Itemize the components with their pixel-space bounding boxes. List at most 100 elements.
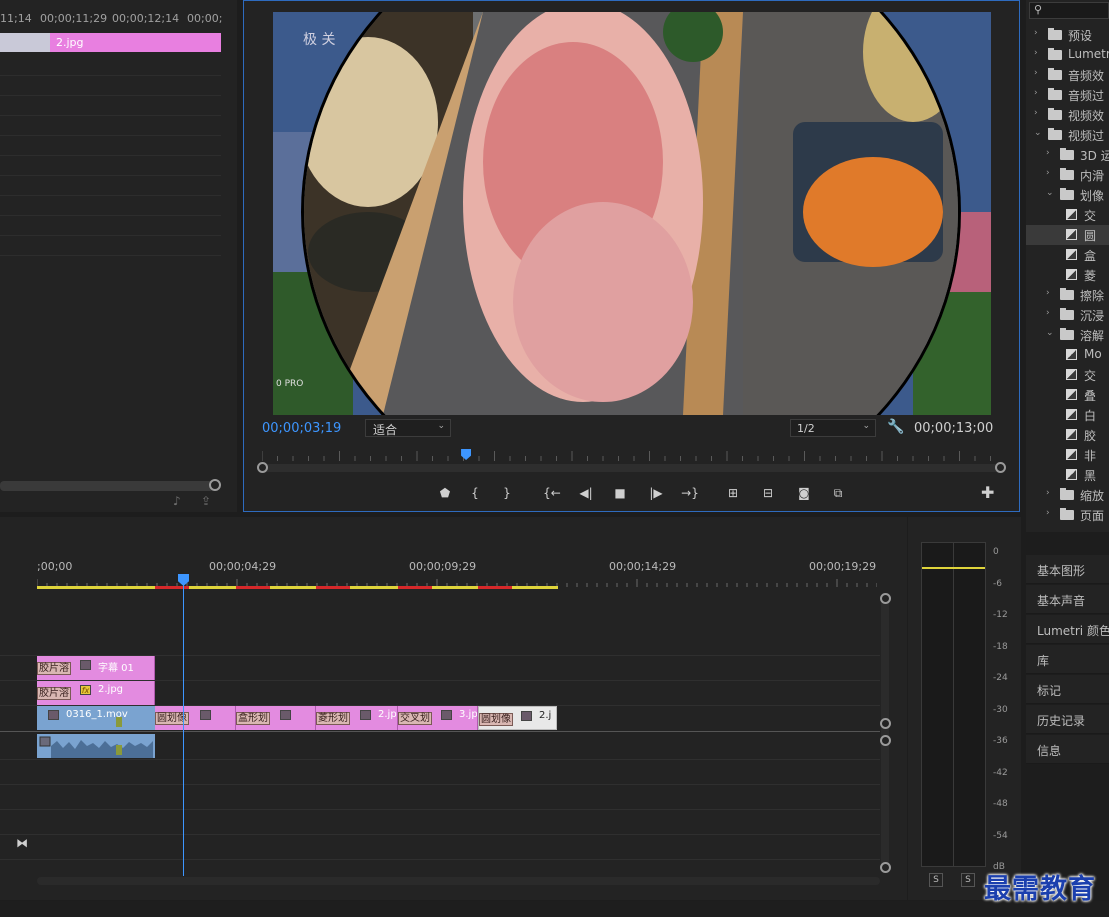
timeline-vertical-scrollbar[interactable] bbox=[881, 601, 889, 867]
tab-info[interactable]: 信息 bbox=[1026, 735, 1109, 764]
wrench-icon[interactable]: 🔧 bbox=[887, 419, 904, 435]
go-to-in-icon[interactable]: {← bbox=[541, 483, 563, 503]
transition-tag[interactable]: 圆划像 bbox=[479, 713, 513, 726]
playback-resolution-select[interactable]: 1/2 ⌄ bbox=[790, 419, 876, 437]
chevron-down-icon[interactable]: ⌄ bbox=[1034, 128, 1042, 138]
effects-item-transition[interactable]: 圆 bbox=[1026, 225, 1109, 245]
clip-image[interactable]: 胶片溶 fx 2.jpg bbox=[37, 681, 155, 705]
clip-audio[interactable] bbox=[37, 734, 155, 758]
scrub-end-handle[interactable] bbox=[995, 462, 1006, 473]
effects-item-folder[interactable]: ⌄ 划像 bbox=[1026, 185, 1109, 205]
mark-in-icon[interactable]: { bbox=[464, 483, 486, 503]
effects-item-folder[interactable]: › Lumetri bbox=[1026, 45, 1109, 65]
go-to-out-icon[interactable]: →} bbox=[679, 483, 701, 503]
transition-tag[interactable]: 胶片溶 bbox=[37, 662, 71, 675]
effects-item-folder[interactable]: › 缩放 bbox=[1026, 485, 1109, 505]
transition-tag[interactable]: 菱形划 bbox=[316, 712, 350, 725]
effects-item-folder[interactable]: › 沉浸 bbox=[1026, 305, 1109, 325]
chevron-right-icon[interactable]: › bbox=[1034, 68, 1038, 78]
mark-out-icon[interactable]: } bbox=[496, 483, 518, 503]
effects-item-transition[interactable]: 胶 bbox=[1026, 425, 1109, 445]
effects-item-folder[interactable]: › 音频效 bbox=[1026, 65, 1109, 85]
stop-icon[interactable]: ■ bbox=[609, 483, 631, 503]
tab-libraries[interactable]: 库 bbox=[1026, 645, 1109, 674]
source-scrollbar[interactable] bbox=[0, 481, 214, 491]
chevron-right-icon[interactable]: › bbox=[1046, 488, 1050, 498]
scrub-start-handle[interactable] bbox=[257, 462, 268, 473]
effects-item-folder[interactable]: › 页面 bbox=[1026, 505, 1109, 525]
effects-item-folder[interactable]: › 预设 bbox=[1026, 25, 1109, 45]
tab-lumetri-color[interactable]: Lumetri 颜色 bbox=[1026, 615, 1109, 644]
export-audio-icon[interactable]: ♪ bbox=[173, 494, 189, 508]
scroll-handle[interactable] bbox=[880, 593, 891, 604]
scroll-handle[interactable] bbox=[880, 718, 891, 729]
clip-title[interactable]: 胶片溶 字幕 01 bbox=[37, 656, 155, 680]
playhead-timecode[interactable]: 00;00;03;19 bbox=[262, 421, 341, 436]
scroll-handle[interactable] bbox=[880, 735, 891, 746]
lift-icon[interactable]: ⊞ bbox=[722, 483, 744, 503]
extract-icon[interactable]: ⊟ bbox=[757, 483, 779, 503]
chevron-right-icon[interactable]: › bbox=[1034, 108, 1038, 118]
source-clip[interactable]: 2.jpg bbox=[50, 33, 221, 52]
tab-markers[interactable]: 标记 bbox=[1026, 675, 1109, 704]
clip-video[interactable]: 0316_1.mov bbox=[37, 706, 155, 730]
add-button-icon[interactable]: ✚ bbox=[981, 483, 994, 502]
chevron-right-icon[interactable]: › bbox=[1034, 88, 1038, 98]
solo-button-left[interactable]: S bbox=[929, 873, 943, 887]
effects-item-transition[interactable]: 黑 bbox=[1026, 465, 1109, 485]
effects-item-folder[interactable]: › 内滑 bbox=[1026, 165, 1109, 185]
effects-item-transition[interactable]: 盒 bbox=[1026, 245, 1109, 265]
chevron-right-icon[interactable]: › bbox=[1046, 308, 1050, 318]
clip-image[interactable]: 圆划像 bbox=[155, 706, 236, 730]
tab-essential-graphics[interactable]: 基本图形 bbox=[1026, 555, 1109, 584]
clip-image[interactable]: 交叉划 3.jp bbox=[398, 706, 478, 730]
source-scroll-handle[interactable] bbox=[209, 479, 221, 491]
chevron-right-icon[interactable]: › bbox=[1046, 288, 1050, 298]
solo-button-right[interactable]: S bbox=[961, 873, 975, 887]
zoom-level-select[interactable]: 适合 ⌄ bbox=[365, 419, 451, 437]
step-forward-icon[interactable]: |▶ bbox=[645, 483, 667, 503]
program-video-frame[interactable]: 极 关 0 PRO bbox=[273, 12, 991, 415]
chevron-right-icon[interactable]: › bbox=[1046, 508, 1050, 518]
effects-item-folder[interactable]: › 擦除 bbox=[1026, 285, 1109, 305]
effects-item-folder[interactable]: › 音频过 bbox=[1026, 85, 1109, 105]
effects-item-transition[interactable]: 白 bbox=[1026, 405, 1109, 425]
divider bbox=[0, 115, 221, 116]
effects-item-folder[interactable]: ⌄ 溶解 bbox=[1026, 325, 1109, 345]
effects-item-transition[interactable]: 非 bbox=[1026, 445, 1109, 465]
effects-search-input[interactable]: ⚲ bbox=[1029, 2, 1109, 19]
chevron-right-icon[interactable]: › bbox=[1046, 168, 1050, 178]
tab-history[interactable]: 历史记录 bbox=[1026, 705, 1109, 734]
chevron-down-icon[interactable]: ⌄ bbox=[1046, 328, 1054, 338]
chevron-right-icon[interactable]: › bbox=[1034, 28, 1038, 38]
chevron-down-icon[interactable]: ⌄ bbox=[1046, 188, 1054, 198]
scroll-handle[interactable] bbox=[880, 862, 891, 873]
transition-tag[interactable]: 盒形划 bbox=[236, 712, 270, 725]
effects-item-transition[interactable]: 交 bbox=[1026, 365, 1109, 385]
clip-image-selected[interactable]: 圆划像 2.j bbox=[478, 706, 557, 730]
chevron-right-icon[interactable]: › bbox=[1046, 148, 1050, 158]
clip-image[interactable]: 盒形划 bbox=[236, 706, 316, 730]
effects-item-transition[interactable]: 叠 bbox=[1026, 385, 1109, 405]
zoom-to-sequence-icon[interactable]: ⧓ bbox=[16, 836, 28, 850]
effects-item-transition[interactable]: Mo bbox=[1026, 345, 1109, 365]
chevron-right-icon[interactable]: › bbox=[1034, 48, 1038, 58]
step-back-icon[interactable]: ◀| bbox=[575, 483, 597, 503]
effects-item-folder[interactable]: ⌄ 视频过 bbox=[1026, 125, 1109, 145]
program-scrub-bar[interactable] bbox=[262, 464, 1004, 472]
export-frame-icon[interactable]: ◙ bbox=[793, 483, 815, 503]
timeline-horizontal-scrollbar[interactable] bbox=[37, 877, 880, 885]
tab-essential-sound[interactable]: 基本声音 bbox=[1026, 585, 1109, 614]
source-clip-segment[interactable] bbox=[0, 33, 50, 52]
source-time-ruler[interactable]: 11;14 00;00;11;29 00;00;12;14 00;00; bbox=[0, 10, 237, 30]
marker-icon[interactable]: ⬟ bbox=[434, 483, 456, 503]
effects-item-transition[interactable]: 交 bbox=[1026, 205, 1109, 225]
transition-tag[interactable]: 交叉划 bbox=[398, 712, 432, 725]
effects-item-folder[interactable]: › 3D 运 bbox=[1026, 145, 1109, 165]
transition-tag[interactable]: 胶片溶 bbox=[37, 687, 71, 700]
export-icon[interactable]: ⇪ bbox=[201, 494, 217, 508]
effects-item-folder[interactable]: › 视频效 bbox=[1026, 105, 1109, 125]
comparison-view-icon[interactable]: ⧉ bbox=[827, 483, 849, 503]
clip-image[interactable]: 菱形划 2.jp bbox=[316, 706, 398, 730]
effects-item-transition[interactable]: 菱 bbox=[1026, 265, 1109, 285]
